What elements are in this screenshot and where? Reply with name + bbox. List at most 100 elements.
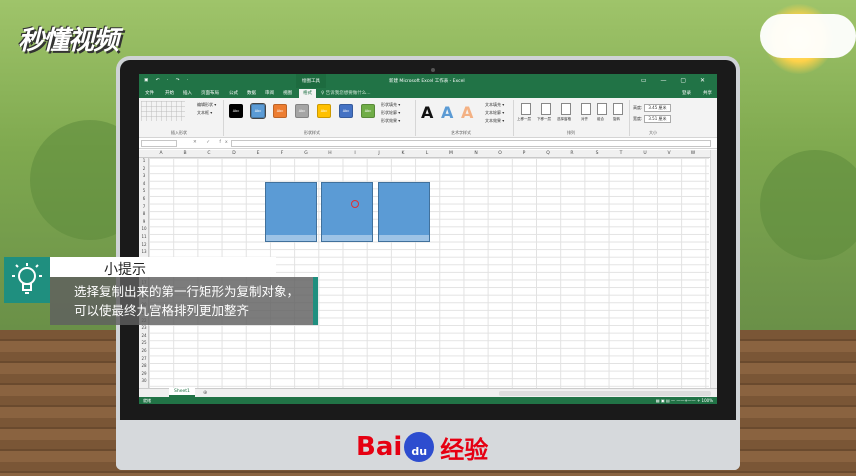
row-header[interactable]: 30 xyxy=(139,378,149,383)
shape-outline-button[interactable]: 形状轮廓 ▾ xyxy=(381,110,400,116)
column-header[interactable]: Q xyxy=(536,151,560,156)
formula-bar: ✕ ✓ fx xyxy=(139,138,717,149)
shape-style-swatch[interactable]: Abc xyxy=(361,104,375,118)
column-header[interactable]: U xyxy=(633,151,657,156)
quick-access-toolbar[interactable]: ▣ ↶ · ↷ · xyxy=(144,78,191,83)
row-header[interactable]: 28 xyxy=(139,363,149,368)
tell-me-search[interactable]: ♀ 告诉我您想要做什么... xyxy=(321,90,371,96)
horizontal-scrollbar[interactable] xyxy=(499,391,711,396)
window-controls[interactable]: ▭ — ▢ ✕ xyxy=(641,77,711,84)
column-header[interactable]: I xyxy=(343,151,367,156)
name-box[interactable] xyxy=(141,140,177,147)
row-header[interactable]: 29 xyxy=(139,371,149,376)
column-header[interactable]: B xyxy=(173,151,197,156)
formula-buttons[interactable]: ✕ ✓ fx xyxy=(193,140,232,145)
shape-effects-button[interactable]: 形状效果 ▾ xyxy=(381,118,400,124)
tab-file[interactable]: 文件 xyxy=(145,90,154,96)
column-header[interactable]: M xyxy=(439,151,463,156)
shape-style-swatch[interactable]: Abc xyxy=(250,103,266,119)
login-link[interactable]: 登录 xyxy=(682,90,691,96)
shape-fill-button[interactable]: 形状填充 ▾ xyxy=(381,102,400,108)
column-header[interactable]: W xyxy=(681,151,705,156)
column-header[interactable]: C xyxy=(197,151,221,156)
column-header[interactable]: G xyxy=(294,151,318,156)
column-header[interactable]: V xyxy=(657,151,681,156)
width-input[interactable]: 3.51 厘米 xyxy=(644,115,671,123)
vertical-scrollbar[interactable] xyxy=(710,150,717,388)
column-header[interactable]: J xyxy=(367,151,391,156)
column-header[interactable]: R xyxy=(560,151,584,156)
column-header[interactable]: H xyxy=(318,151,342,156)
shapes-gallery[interactable] xyxy=(141,101,185,121)
text-effects-button[interactable]: 文本效果 ▾ xyxy=(485,118,504,124)
align-icon[interactable] xyxy=(581,103,591,115)
text-outline-button[interactable]: 文本轮廓 ▾ xyxy=(485,110,504,116)
wordart-style-blue[interactable]: A xyxy=(441,103,453,122)
row-header[interactable]: 1 xyxy=(139,158,149,163)
column-header[interactable]: S xyxy=(585,151,609,156)
column-header[interactable]: D xyxy=(222,151,246,156)
row-header[interactable]: 5 xyxy=(139,188,149,193)
add-sheet-icon[interactable]: ⊕ xyxy=(203,390,207,396)
tab-formulas[interactable]: 公式 xyxy=(229,90,238,96)
zoom-controls[interactable]: ▦ ▣ ▤ — ——+—— + 100% xyxy=(656,398,713,403)
row-header[interactable]: 2 xyxy=(139,166,149,171)
column-header[interactable]: A xyxy=(149,151,173,156)
rectangle-shape-1[interactable] xyxy=(265,182,317,242)
column-header[interactable]: O xyxy=(488,151,512,156)
sheet-tab-sheet1[interactable]: Sheet1 xyxy=(169,388,195,397)
edit-shape-button[interactable]: 编辑形状 ▾ xyxy=(197,102,216,108)
row-header[interactable]: 9 xyxy=(139,219,149,224)
row-header[interactable]: 13 xyxy=(139,249,149,254)
swatch-label: Abc xyxy=(342,109,350,113)
column-header[interactable]: F xyxy=(270,151,294,156)
shape-style-swatch[interactable]: Abc xyxy=(295,104,309,118)
row-header[interactable]: 3 xyxy=(139,173,149,178)
selection-pane-icon[interactable] xyxy=(561,103,571,115)
row-header[interactable]: 26 xyxy=(139,348,149,353)
tab-review[interactable]: 审阅 xyxy=(265,90,274,96)
row-header[interactable]: 12 xyxy=(139,242,149,247)
shape-style-swatch[interactable]: Abc xyxy=(229,104,243,118)
shape-style-swatch[interactable]: Abc xyxy=(339,104,353,118)
height-input[interactable]: 3.45 厘米 xyxy=(644,104,671,112)
column-header[interactable]: K xyxy=(391,151,415,156)
wordart-style-black[interactable]: A xyxy=(421,103,433,122)
selection-pane-label: 选择窗格 xyxy=(557,117,571,121)
row-header[interactable]: 6 xyxy=(139,196,149,201)
column-header[interactable]: P xyxy=(512,151,536,156)
row-header[interactable]: 10 xyxy=(139,226,149,231)
column-header[interactable]: N xyxy=(464,151,488,156)
row-header[interactable]: 4 xyxy=(139,181,149,186)
send-backward-icon[interactable] xyxy=(541,103,551,115)
tab-home[interactable]: 开始 xyxy=(165,90,174,96)
tab-view[interactable]: 视图 xyxy=(283,90,292,96)
row-header[interactable]: 24 xyxy=(139,333,149,338)
tab-data[interactable]: 数据 xyxy=(247,90,256,96)
rectangle-shape-2[interactable] xyxy=(321,182,373,242)
row-header[interactable]: 25 xyxy=(139,340,149,345)
wordart-style-orange[interactable]: A xyxy=(461,103,473,122)
tab-page-layout[interactable]: 页面布局 xyxy=(201,90,219,96)
row-header[interactable]: 11 xyxy=(139,234,149,239)
group-divider xyxy=(629,100,630,136)
shape-style-swatch[interactable]: Abc xyxy=(273,104,287,118)
column-header[interactable]: T xyxy=(609,151,633,156)
shape-style-swatch[interactable]: Abc xyxy=(317,104,331,118)
column-header[interactable]: L xyxy=(415,151,439,156)
column-header[interactable]: E xyxy=(246,151,270,156)
rectangle-shape-3[interactable] xyxy=(378,182,430,242)
group-icon[interactable] xyxy=(597,103,607,115)
row-header[interactable]: 8 xyxy=(139,211,149,216)
text-box-button[interactable]: 文本框 ▾ xyxy=(197,110,212,116)
formula-input[interactable] xyxy=(231,140,711,147)
bring-forward-icon[interactable] xyxy=(521,103,531,115)
rotate-icon[interactable] xyxy=(613,103,623,115)
text-fill-button[interactable]: 文本填充 ▾ xyxy=(485,102,504,108)
tab-format[interactable]: 格式 xyxy=(299,89,316,98)
tab-insert[interactable]: 插入 xyxy=(183,90,192,96)
share-button[interactable]: 共享 xyxy=(703,90,712,96)
row-header[interactable]: 27 xyxy=(139,356,149,361)
row-header[interactable]: 23 xyxy=(139,325,149,330)
row-header[interactable]: 7 xyxy=(139,204,149,209)
